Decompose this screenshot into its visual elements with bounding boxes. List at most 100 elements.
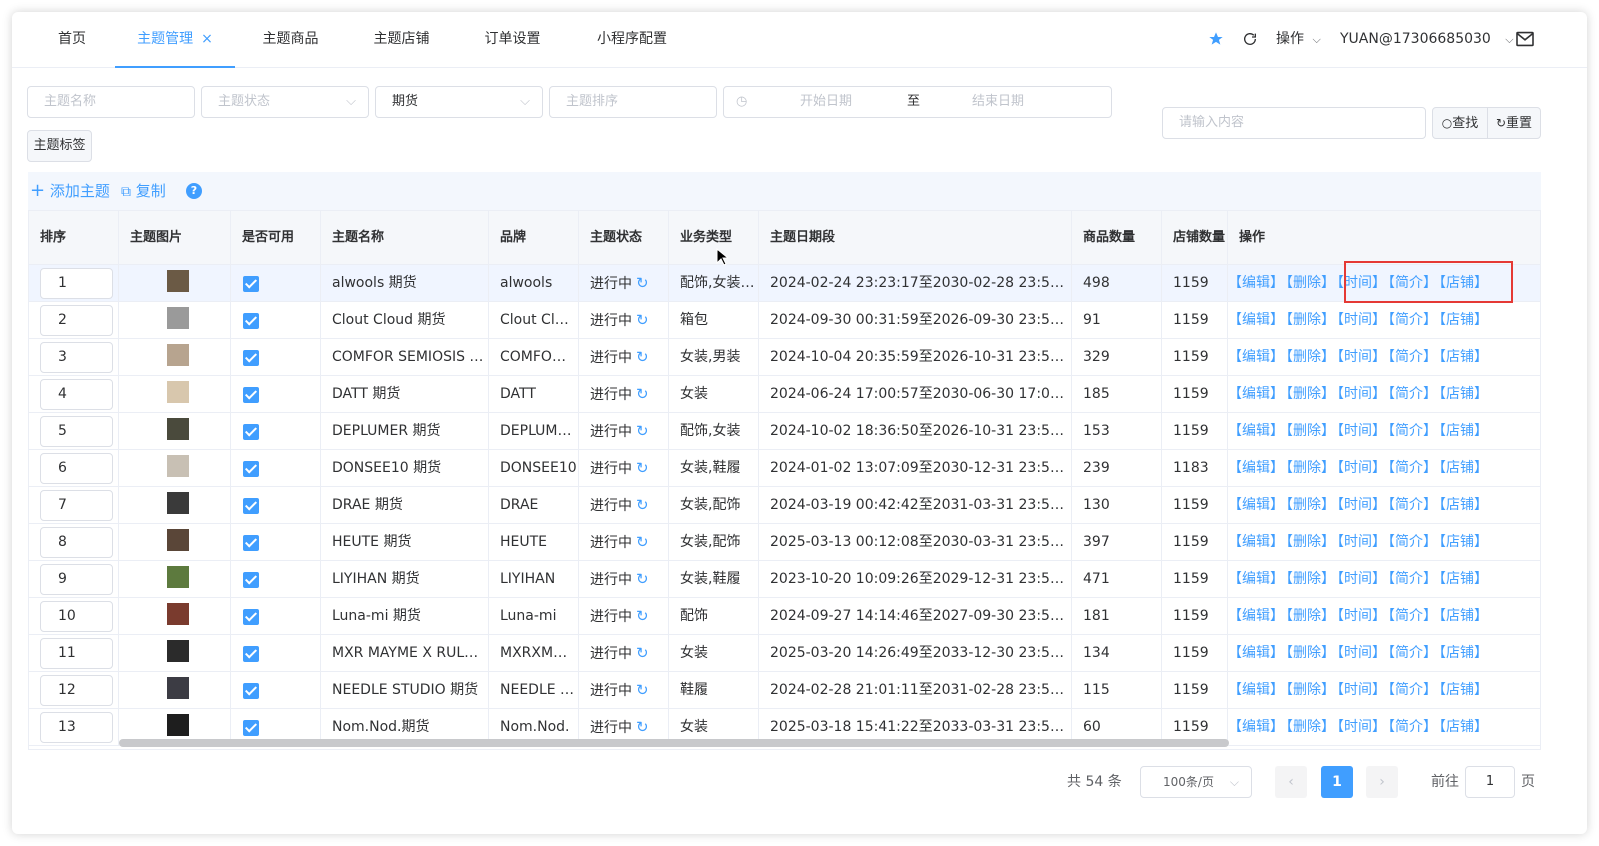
- refresh-icon[interactable]: ↻: [636, 681, 649, 699]
- time-link[interactable]: 【时间】: [1337, 534, 1386, 550]
- shop-link[interactable]: 【店铺】: [1439, 497, 1488, 513]
- edit-link[interactable]: 【编辑】: [1228, 608, 1284, 624]
- edit-link[interactable]: 【编辑】: [1228, 349, 1284, 365]
- sort-input[interactable]: 9: [40, 564, 113, 595]
- edit-link[interactable]: 【编辑】: [1228, 460, 1284, 476]
- shop-link[interactable]: 【店铺】: [1439, 460, 1488, 476]
- intro-link[interactable]: 【简介】: [1388, 423, 1437, 439]
- intro-link[interactable]: 【简介】: [1388, 719, 1437, 735]
- theme-thumbnail[interactable]: [167, 677, 189, 699]
- theme-thumbnail[interactable]: [167, 307, 189, 329]
- start-date-input[interactable]: 开始日期: [800, 87, 852, 117]
- close-icon[interactable]: ×: [201, 31, 213, 47]
- refresh-icon[interactable]: ↻: [636, 718, 649, 736]
- reset-button[interactable]: ↻重置: [1487, 107, 1541, 139]
- shop-link[interactable]: 【店铺】: [1439, 608, 1488, 624]
- sort-input[interactable]: 8: [40, 527, 113, 558]
- copy-button[interactable]: ⧉ 复制: [121, 172, 166, 211]
- time-link[interactable]: 【时间】: [1337, 571, 1386, 587]
- intro-link[interactable]: 【简介】: [1388, 682, 1437, 698]
- refresh-icon[interactable]: ↻: [636, 348, 649, 366]
- edit-link[interactable]: 【编辑】: [1228, 571, 1284, 587]
- theme-thumbnail[interactable]: [167, 344, 189, 366]
- sort-input[interactable]: 2: [40, 305, 113, 336]
- delete-link[interactable]: 【删除】: [1286, 608, 1335, 624]
- goto-page-input[interactable]: 1: [1465, 766, 1515, 798]
- intro-link[interactable]: 【简介】: [1388, 460, 1437, 476]
- sort-input[interactable]: 13: [40, 712, 113, 743]
- sort-input[interactable]: 11: [40, 638, 113, 669]
- sort-input[interactable]: 7: [40, 490, 113, 521]
- mail-icon[interactable]: [1515, 12, 1535, 66]
- theme-thumbnail[interactable]: [167, 492, 189, 514]
- edit-link[interactable]: 【编辑】: [1228, 497, 1284, 513]
- theme-status-select[interactable]: 主题状态 ⌵: [201, 86, 369, 118]
- refresh-icon[interactable]: ↻: [636, 496, 649, 514]
- sort-input[interactable]: 1: [40, 268, 113, 299]
- sort-input[interactable]: 12: [40, 675, 113, 706]
- edit-link[interactable]: 【编辑】: [1228, 423, 1284, 439]
- intro-link[interactable]: 【简介】: [1388, 534, 1437, 550]
- time-link[interactable]: 【时间】: [1337, 312, 1386, 328]
- intro-link[interactable]: 【简介】: [1388, 497, 1437, 513]
- help-icon[interactable]: ?: [186, 183, 202, 199]
- theme-thumbnail[interactable]: [167, 418, 189, 440]
- tab-theme-goods[interactable]: 主题商品: [253, 12, 328, 66]
- search-input[interactable]: 请输入内容: [1162, 107, 1426, 139]
- time-link[interactable]: 【时间】: [1337, 719, 1386, 735]
- time-link[interactable]: 【时间】: [1337, 349, 1386, 365]
- search-button[interactable]: ○查找: [1432, 107, 1488, 139]
- tab-order-settings[interactable]: 订单设置: [475, 12, 550, 66]
- edit-link[interactable]: 【编辑】: [1228, 534, 1284, 550]
- tab-theme-management[interactable]: 主题管理 ×: [115, 12, 235, 68]
- theme-tag-button[interactable]: 主题标签: [27, 130, 92, 162]
- theme-sort-input[interactable]: 主题排序: [549, 86, 717, 118]
- edit-link[interactable]: 【编辑】: [1228, 275, 1284, 291]
- theme-thumbnail[interactable]: [167, 270, 189, 292]
- theme-thumbnail[interactable]: [167, 714, 189, 736]
- delete-link[interactable]: 【删除】: [1286, 645, 1335, 661]
- delete-link[interactable]: 【删除】: [1286, 460, 1335, 476]
- delete-link[interactable]: 【删除】: [1286, 349, 1335, 365]
- user-dropdown[interactable]: YUAN@17306685030 ⌵: [1340, 12, 1514, 66]
- enabled-checkbox[interactable]: [243, 498, 259, 514]
- shop-link[interactable]: 【店铺】: [1439, 682, 1488, 698]
- theme-thumbnail[interactable]: [167, 529, 189, 551]
- delete-link[interactable]: 【删除】: [1286, 423, 1335, 439]
- time-link[interactable]: 【时间】: [1337, 386, 1386, 402]
- time-link[interactable]: 【时间】: [1337, 497, 1386, 513]
- shop-link[interactable]: 【店铺】: [1439, 719, 1488, 735]
- refresh-icon[interactable]: ↻: [636, 644, 649, 662]
- end-date-input[interactable]: 结束日期: [972, 87, 1024, 117]
- time-link[interactable]: 【时间】: [1337, 460, 1386, 476]
- refresh-icon[interactable]: ↻: [636, 459, 649, 477]
- enabled-checkbox[interactable]: [243, 609, 259, 625]
- sort-input[interactable]: 3: [40, 342, 113, 373]
- time-link[interactable]: 【时间】: [1337, 423, 1386, 439]
- enabled-checkbox[interactable]: [243, 461, 259, 477]
- theme-thumbnail[interactable]: [167, 603, 189, 625]
- shop-link[interactable]: 【店铺】: [1439, 534, 1488, 550]
- date-range-picker[interactable]: ◷ 开始日期 至 结束日期: [723, 86, 1112, 118]
- current-page[interactable]: 1: [1321, 766, 1353, 798]
- delete-link[interactable]: 【删除】: [1286, 571, 1335, 587]
- page-size-select[interactable]: 100条/页 ⌵: [1140, 766, 1252, 798]
- refresh-icon[interactable]: ↻: [636, 422, 649, 440]
- prev-page-button[interactable]: ‹: [1275, 766, 1307, 798]
- shop-link[interactable]: 【店铺】: [1439, 312, 1488, 328]
- enabled-checkbox[interactable]: [243, 572, 259, 588]
- tab-home[interactable]: 首页: [42, 12, 102, 66]
- refresh-icon[interactable]: ↻: [636, 311, 649, 329]
- shop-link[interactable]: 【店铺】: [1439, 423, 1488, 439]
- delete-link[interactable]: 【删除】: [1286, 682, 1335, 698]
- theme-name-input[interactable]: 主题名称: [27, 86, 195, 118]
- theme-thumbnail[interactable]: [167, 640, 189, 662]
- time-link[interactable]: 【时间】: [1337, 608, 1386, 624]
- edit-link[interactable]: 【编辑】: [1228, 719, 1284, 735]
- refresh-icon[interactable]: ↻: [636, 274, 649, 292]
- theme-thumbnail[interactable]: [167, 455, 189, 477]
- intro-link[interactable]: 【简介】: [1388, 571, 1437, 587]
- refresh-icon[interactable]: ↻: [636, 570, 649, 588]
- edit-link[interactable]: 【编辑】: [1228, 682, 1284, 698]
- add-theme-button[interactable]: + 添加主题: [30, 172, 110, 210]
